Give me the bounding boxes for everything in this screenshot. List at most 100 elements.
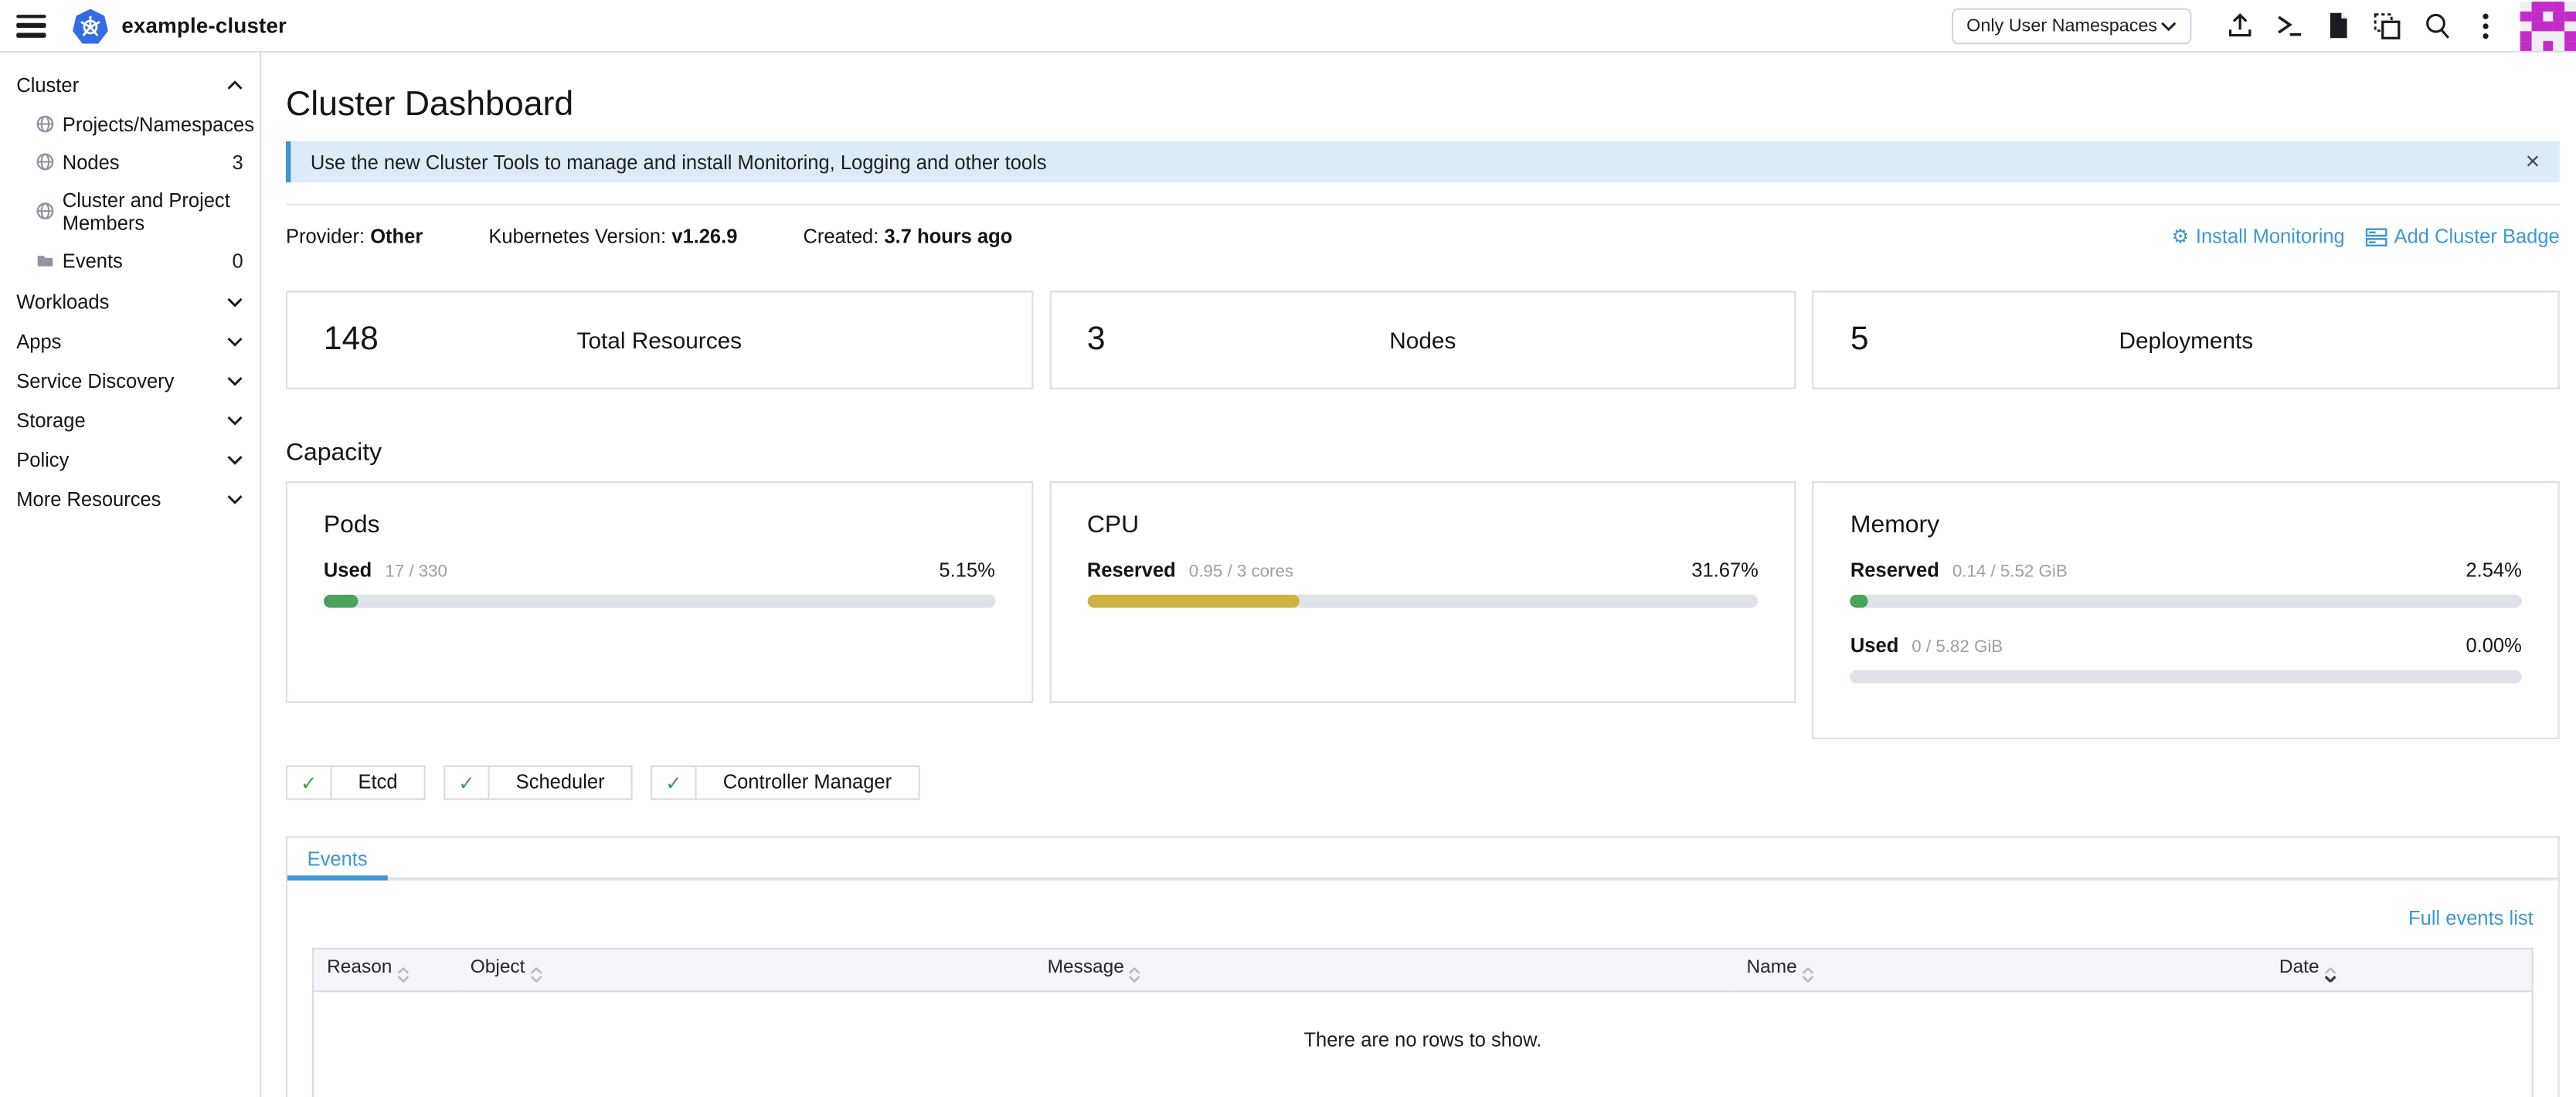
- events-tabbar: Events: [287, 837, 2558, 880]
- banner-close-icon[interactable]: ×: [2526, 149, 2540, 174]
- sidebar-item-label: Nodes: [63, 151, 120, 174]
- column-header-date[interactable]: Date: [2266, 949, 2533, 991]
- sidebar-group-service-discovery[interactable]: Service Discovery: [0, 362, 260, 401]
- pods-card-title: Pods: [324, 511, 995, 538]
- chevron-down-icon: [226, 494, 243, 504]
- chevron-down-icon: [226, 376, 243, 386]
- copy-kubeconfig-button[interactable]: [2363, 0, 2412, 52]
- kubectl-shell-button[interactable]: [2264, 0, 2313, 52]
- tab-events[interactable]: Events: [287, 837, 387, 877]
- progress-track: [1850, 595, 2522, 608]
- provider-info: Provider: Other: [286, 225, 423, 248]
- component-status-badges: ✓ Etcd ✓ Scheduler ✓ Controller Manager: [286, 766, 2560, 800]
- memory-capacity-card: Memory Reserved 0.14 / 5.52 GiB 2.54%: [1813, 481, 2560, 739]
- sidebar-group-apps[interactable]: Apps: [0, 322, 260, 362]
- search-icon: [2422, 12, 2450, 39]
- progress-track: [1087, 595, 1759, 608]
- chevron-down-icon: [226, 297, 243, 307]
- page-title: Cluster Dashboard: [286, 86, 2560, 125]
- file-icon: [2326, 12, 2350, 39]
- chevron-down-icon: [226, 337, 243, 347]
- deployments-card[interactable]: 5 Deployments: [1813, 290, 2560, 389]
- globe-icon: [36, 202, 54, 220]
- empty-table-message: There are no rows to show.: [313, 991, 2533, 1097]
- column-header-reason[interactable]: Reason: [313, 949, 457, 991]
- shell-prompt-icon: [2274, 12, 2303, 39]
- nodes-label: Nodes: [1051, 327, 1795, 353]
- sort-icon: [1129, 967, 1140, 982]
- sidebar-item-events[interactable]: Events 0: [0, 242, 260, 280]
- install-monitoring-link[interactable]: ⚙ Install Monitoring: [2171, 225, 2344, 248]
- sidebar-item-projects-namespaces[interactable]: Projects/Namespaces: [0, 105, 260, 143]
- column-header-object[interactable]: Object: [457, 949, 1035, 991]
- sidebar-group-label: Workloads: [16, 290, 109, 314]
- progress-track: [324, 595, 995, 608]
- check-icon: ✓: [287, 767, 331, 798]
- column-header-message[interactable]: Message: [1035, 949, 1734, 991]
- cluster-tools-banner: Use the new Cluster Tools to manage and …: [286, 141, 2560, 182]
- sidebar-item-count: 3: [232, 151, 243, 174]
- glance-bar: Provider: Other Kubernetes Version: v1.2…: [286, 204, 2560, 248]
- progress-fill: [1850, 595, 1867, 608]
- sidebar-item-nodes[interactable]: Nodes 3: [0, 143, 260, 181]
- chevron-up-icon: [226, 80, 243, 90]
- globe-icon: [36, 115, 54, 133]
- sidebar-group-workloads[interactable]: Workloads: [0, 283, 260, 322]
- sidebar-item-label: Projects/Namespaces: [63, 113, 254, 136]
- sidebar-item-count: 0: [232, 249, 243, 272]
- app-viewport: example-cluster Only User Namespaces: [0, 0, 2576, 1097]
- total-resources-card[interactable]: 148 Total Resources: [286, 290, 1033, 389]
- sidebar-group-policy[interactable]: Policy: [0, 440, 260, 480]
- sort-icon: [1802, 967, 1813, 982]
- chevron-down-icon: [226, 455, 243, 465]
- column-header-name[interactable]: Name: [1733, 949, 2265, 991]
- controller-manager-status-badge: ✓ Controller Manager: [651, 766, 919, 800]
- etcd-status-badge: ✓ Etcd: [286, 766, 426, 800]
- events-empty-row: There are no rows to show.: [313, 991, 2533, 1097]
- full-events-list-link[interactable]: Full events list: [2408, 907, 2534, 930]
- user-avatar[interactable]: [2520, 1, 2576, 50]
- sort-icon: [530, 967, 542, 982]
- sidebar-group-label: Apps: [16, 330, 61, 353]
- sidebar-item-label: Cluster and Project Members: [63, 188, 243, 234]
- kubernetes-logo-icon: [73, 8, 109, 44]
- copy-icon: [2372, 11, 2401, 40]
- add-cluster-badge-link[interactable]: Add Cluster Badge: [2366, 225, 2559, 248]
- import-yaml-button[interactable]: [2214, 0, 2264, 52]
- cpu-capacity-card: CPU Reserved 0.95 / 3 cores 31.67%: [1049, 481, 1796, 703]
- sidebar-group-more-resources[interactable]: More Resources: [0, 480, 260, 519]
- scheduler-status-badge: ✓ Scheduler: [443, 766, 633, 800]
- nodes-card[interactable]: 3 Nodes: [1049, 290, 1796, 389]
- cpu-card-title: CPU: [1087, 511, 1759, 538]
- created-info: Created: 3.7 hours ago: [803, 225, 1012, 248]
- progress-track: [1850, 671, 2522, 684]
- capacity-heading: Capacity: [286, 439, 2560, 467]
- upload-icon: [2225, 12, 2253, 39]
- sort-icon: [397, 967, 409, 982]
- pods-capacity-card: Pods Used 17 / 330 5.15%: [286, 481, 1033, 703]
- kebab-menu-icon: [2483, 12, 2489, 39]
- download-kubeconfig-button[interactable]: [2313, 0, 2363, 52]
- main-content: Cluster Dashboard Use the new Cluster To…: [261, 53, 2576, 1097]
- search-button[interactable]: [2411, 0, 2461, 52]
- namespace-filter-select[interactable]: Only User Namespaces: [1952, 8, 2191, 44]
- pods-used-gauge: Used 17 / 330 5.15%: [324, 559, 995, 608]
- check-icon: ✓: [445, 767, 489, 798]
- memory-reserved-gauge: Reserved 0.14 / 5.52 GiB 2.54%: [1850, 559, 2522, 608]
- sidebar-group-cluster[interactable]: Cluster: [0, 66, 260, 105]
- memory-card-title: Memory: [1850, 511, 2522, 538]
- events-table: Reason Object Message Name: [312, 948, 2534, 1097]
- folder-icon: [36, 251, 54, 269]
- badge-icon: [2366, 227, 2387, 245]
- sort-icon-active-desc: [2324, 967, 2336, 982]
- total-resources-label: Total Resources: [287, 327, 1031, 353]
- hamburger-menu-icon[interactable]: [16, 14, 46, 37]
- sidebar-item-label: Events: [63, 249, 123, 272]
- chevron-down-icon: [226, 416, 243, 426]
- sidebar-nav: Cluster Projects/Namespaces: [0, 53, 261, 1097]
- sidebar-group-storage[interactable]: Storage: [0, 401, 260, 440]
- events-panel: Events Full events list Reason: [286, 836, 2560, 1097]
- header-kebab-menu-button[interactable]: [2461, 0, 2510, 52]
- sidebar-item-cluster-project-members[interactable]: Cluster and Project Members: [0, 181, 260, 242]
- events-table-header-row: Reason Object Message Name: [313, 949, 2533, 991]
